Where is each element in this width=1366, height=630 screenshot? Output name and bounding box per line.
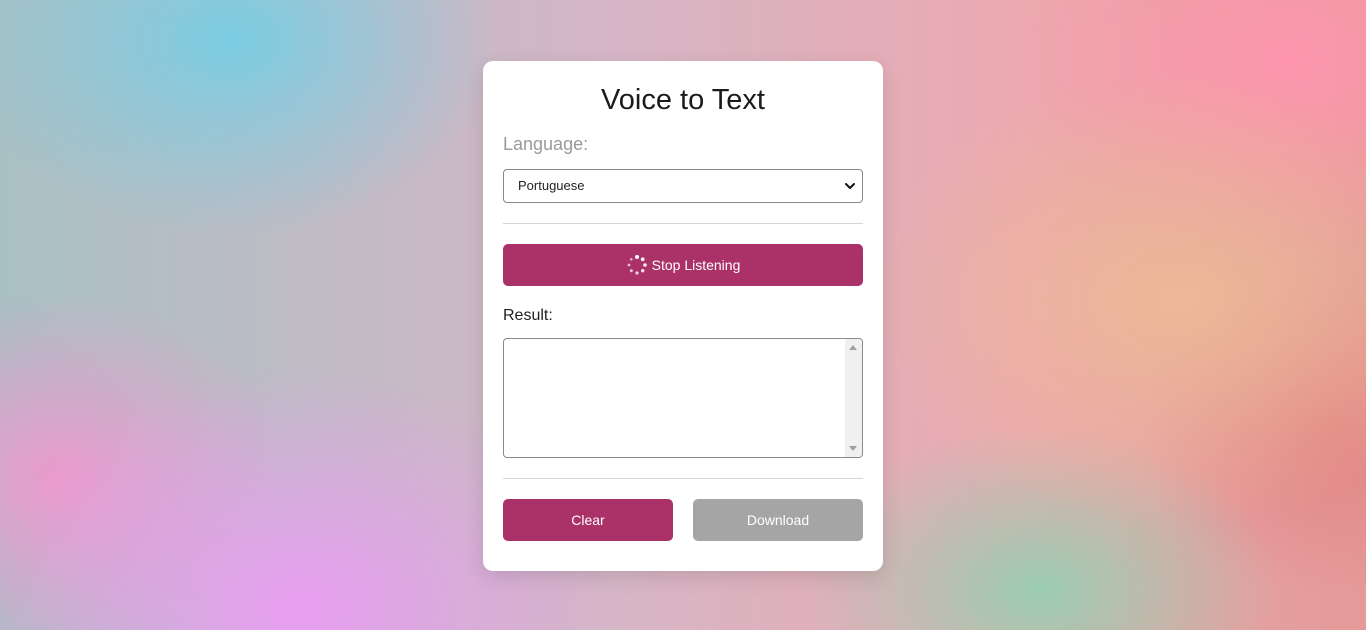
language-label: Language:	[503, 134, 589, 154]
stop-listening-label: Stop Listening	[651, 257, 741, 273]
result-scrollbar[interactable]	[845, 339, 862, 457]
divider	[503, 478, 863, 479]
scroll-up-arrow-icon[interactable]	[849, 345, 857, 350]
spinner-icon	[627, 255, 647, 275]
voice-to-text-card: Voice to Text Language: Portuguese Stop …	[483, 61, 883, 571]
divider	[503, 223, 863, 224]
scroll-down-arrow-icon[interactable]	[849, 446, 857, 451]
result-label: Result:	[503, 307, 553, 324]
download-button[interactable]: Download	[693, 499, 863, 541]
result-textarea[interactable]	[503, 338, 863, 458]
language-select[interactable]: Portuguese	[503, 169, 863, 203]
clear-button[interactable]: Clear	[503, 499, 673, 541]
page-title: Voice to Text	[601, 84, 765, 116]
language-select-value: Portuguese	[518, 178, 585, 193]
chevron-down-icon	[845, 183, 855, 189]
stop-listening-button[interactable]: Stop Listening	[503, 244, 863, 286]
